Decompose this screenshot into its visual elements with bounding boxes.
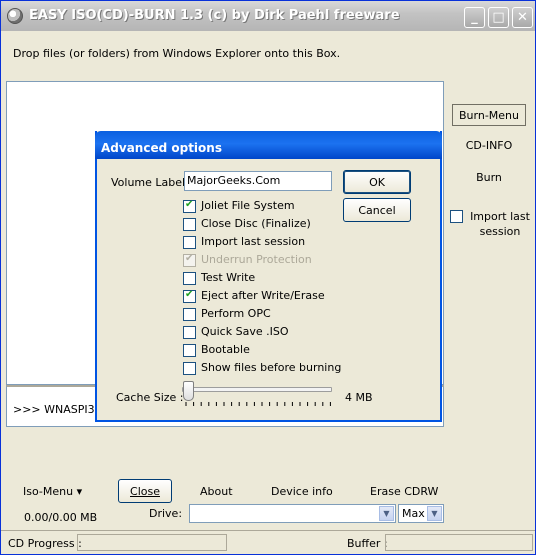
title-bar[interactable]: EASY ISO(CD)-BURN 1.3 (c) by Dirk Paehl … [1,1,535,31]
erase-cdrw-button[interactable]: Erase CDRW [370,485,438,498]
option-label: Underrun Protection [201,253,312,266]
maximize-icon: □ [492,10,505,25]
option-label: Quick Save .ISO [201,325,289,338]
option-checkbox[interactable] [183,326,196,339]
option-label: Test Write [201,271,256,284]
drive-select[interactable]: ▼ [189,504,396,523]
cache-slider-thumb[interactable] [183,381,194,401]
chevron-down-icon[interactable]: ▼ [379,506,394,521]
maximize-button[interactable]: □ [488,7,509,28]
volume-label-caption: Volume Label : [111,176,193,189]
option-checkbox[interactable] [183,289,196,303]
dropdown-arrow-icon: ▾ [76,485,83,498]
cd-info-button[interactable]: CD-INFO [452,139,526,152]
close-window-button[interactable]: ✕ [512,7,533,28]
iso-menu-label: Iso-Menu [23,485,74,498]
minimize-button[interactable]: _ [464,7,485,28]
option-checkbox[interactable] [183,236,196,249]
status-bar: CD Progress : Buffer : [1,530,535,554]
cache-size-value: 4 MB [345,391,373,404]
cache-slider-ticks [185,402,331,406]
cd-progress-label: CD Progress : [8,537,82,550]
option-label: Show files before burning [201,361,342,374]
about-button[interactable]: About [200,485,233,498]
import-last-session-checkbox[interactable] [450,210,463,223]
option-checkbox[interactable] [183,344,196,357]
cd-icon [7,8,23,24]
cancel-button[interactable]: Cancel [343,198,411,222]
cancel-button-label: Cancel [358,203,396,217]
close-icon: ✕ [517,10,528,25]
close-button-label: Close [130,484,160,498]
chevron-down-icon[interactable]: ▼ [427,506,442,521]
cd-progress-field [77,534,227,551]
cache-size-slider[interactable] [182,387,332,392]
drop-hint-text: Drop files (or folders) from Windows Exp… [13,47,341,60]
ok-button[interactable]: OK [343,170,411,194]
speed-select[interactable]: Max ▼ [398,504,444,523]
speed-select-value: Max [402,507,425,520]
volume-label-input[interactable]: MajorGeeks.Com [184,171,332,191]
size-readout: 0.00/0.00 MB [24,511,98,524]
option-checkbox[interactable] [183,362,196,375]
buffer-field [385,534,533,551]
import-last-session-label: Import last session [470,210,530,238]
option-label: Eject after Write/Erase [201,289,325,302]
burn-button[interactable]: Burn [452,171,526,184]
option-label: Bootable [201,343,250,356]
option-label: Close Disc (Finalize) [201,217,311,230]
close-button[interactable]: Close [118,479,172,503]
minimize-icon: _ [471,10,478,25]
iso-menu-button[interactable]: Iso-Menu ▾ [23,485,82,498]
option-label: Joliet File System [201,199,295,212]
option-checkbox[interactable] [183,308,196,321]
option-label: Import last session [201,235,306,248]
drive-label: Drive: [149,507,183,520]
option-label: Perform OPC [201,307,271,320]
option-checkbox[interactable] [183,272,196,285]
ok-button-label: OK [369,175,385,189]
burn-menu-label: Burn-Menu [459,108,519,122]
window-title: EASY ISO(CD)-BURN 1.3 (c) by Dirk Paehl … [29,8,400,23]
option-checkbox[interactable] [183,199,196,213]
advanced-options-dialog: Advanced options Volume Label : MajorGee… [95,131,442,422]
option-checkbox [183,253,196,267]
dialog-title[interactable]: Advanced options [95,131,442,159]
device-info-button[interactable]: Device info [271,485,333,498]
cache-size-label: Cache Size : [116,391,184,404]
option-checkbox[interactable] [183,218,196,231]
buffer-label: Buffer : [347,537,388,550]
burn-menu-button[interactable]: Burn-Menu [452,104,526,126]
